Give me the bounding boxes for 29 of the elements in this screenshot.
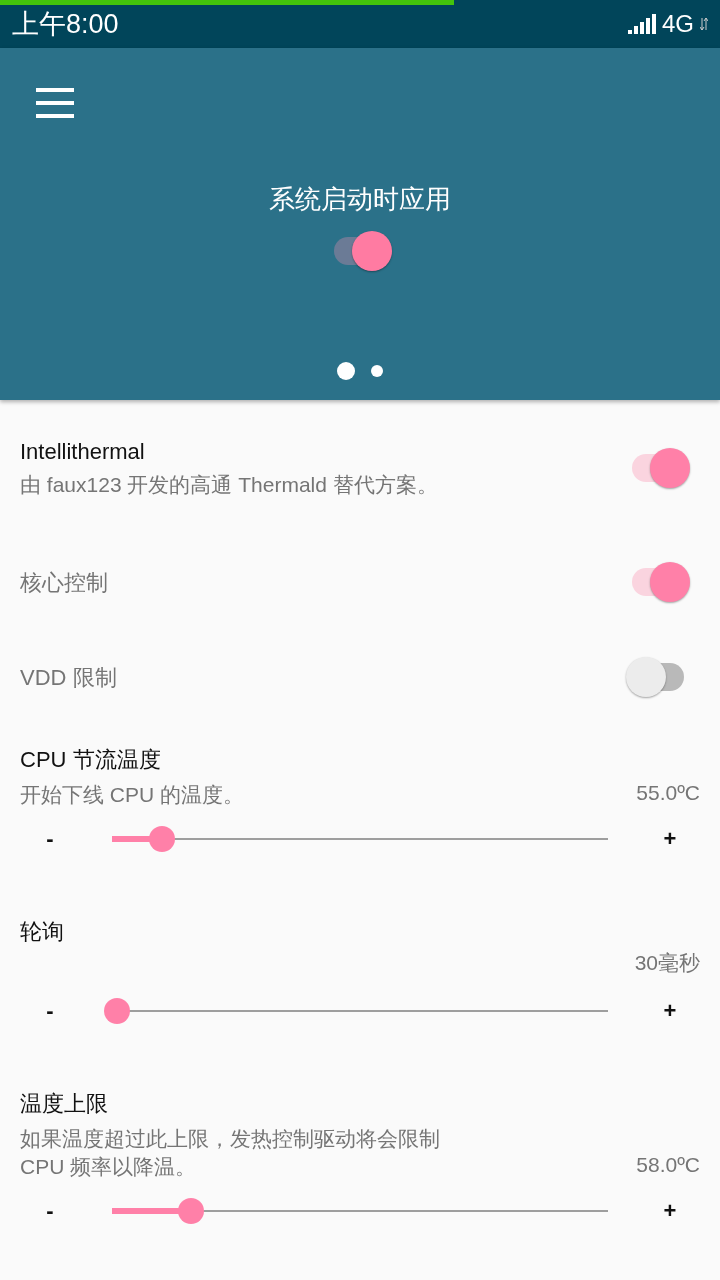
decrease-button[interactable]: - (20, 1198, 80, 1224)
clock: 上午8:00 (12, 8, 119, 41)
decrease-button[interactable]: - (20, 998, 80, 1024)
page-indicator-dot[interactable] (371, 365, 383, 377)
data-arrows-icon (700, 18, 708, 30)
slider-thumb[interactable] (178, 1198, 205, 1224)
setting-value: 30毫秒 (634, 950, 700, 976)
decrease-button[interactable]: - (20, 826, 80, 852)
setting-title: 核心控制 (20, 568, 109, 597)
header-title: 系统启动时应用 (269, 183, 451, 216)
setting-title: Intellithermal (20, 438, 146, 465)
setting-description: 如果温度超过此上限，发热控制驱动将会限制 CPU 频率以降温。 (20, 1126, 441, 1180)
slider-thumb[interactable] (103, 998, 130, 1024)
setting-title: 轮询 (20, 918, 65, 946)
increase-button[interactable]: + (640, 998, 700, 1024)
setting-title: VDD 限制 (20, 663, 118, 692)
increase-button[interactable]: + (640, 1198, 700, 1224)
network-type: 4G (662, 10, 694, 38)
page-indicator-dot[interactable] (337, 362, 355, 380)
increase-button[interactable]: + (640, 826, 700, 852)
setting-description: 由 faux123 开发的高通 Thermald 替代方案。 (20, 471, 439, 498)
setting-description: 开始下线 CPU 的温度。 (20, 782, 245, 808)
setting-value: 55.0ºC (636, 781, 700, 806)
menu-icon[interactable] (36, 88, 76, 118)
slider-thumb[interactable] (148, 826, 175, 852)
setting-title: 温度上限 (20, 1090, 109, 1118)
signal-icon (628, 14, 656, 34)
setting-title: CPU 节流温度 (20, 746, 162, 774)
setting-value: 58.0ºC (636, 1153, 700, 1178)
